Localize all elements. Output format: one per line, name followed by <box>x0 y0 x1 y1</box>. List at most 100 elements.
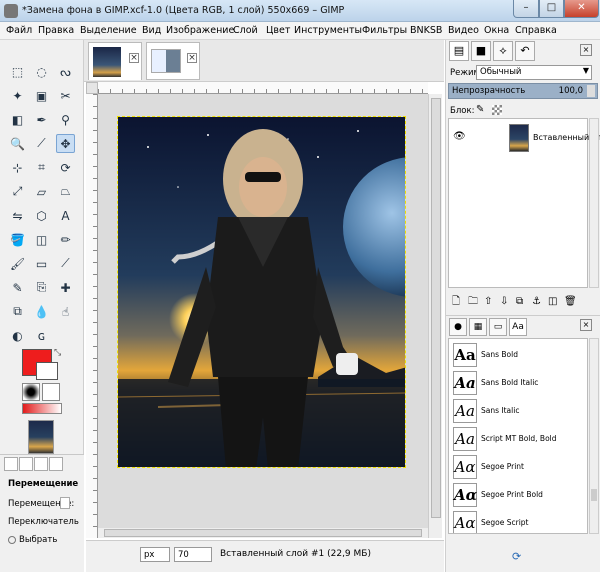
shear-icon[interactable]: ▱ <box>32 182 51 201</box>
free-select-icon[interactable]: ᔓ <box>56 62 75 81</box>
tab-paths[interactable]: ⟡ <box>493 41 513 61</box>
mode-select[interactable]: Обычный ▼ <box>476 65 592 80</box>
menu-view[interactable]: Вид <box>142 25 161 36</box>
clone-icon[interactable]: ⎘ <box>32 278 51 297</box>
close-button[interactable]: ✕ <box>564 0 599 18</box>
anchor-layer-icon[interactable]: ⚓ <box>532 296 544 307</box>
menu-help[interactable]: Справка <box>515 25 557 36</box>
font-item[interactable]: Aa Sans Bold <box>449 341 587 369</box>
perspective-icon[interactable]: ⏢ <box>56 182 75 201</box>
font-item[interactable]: Aα Segoe Print <box>449 453 587 481</box>
brush-swatch[interactable] <box>22 383 40 401</box>
tab-tool-options[interactable] <box>4 457 18 471</box>
scrollbar-thumb[interactable] <box>591 489 597 501</box>
bucket-fill-icon[interactable]: 🪣 <box>8 230 27 249</box>
menu-windows[interactable]: Окна <box>484 25 509 36</box>
pattern-swatch[interactable] <box>42 383 60 401</box>
layers-scrollbar[interactable] <box>589 118 599 288</box>
move-tool-icon[interactable]: ✥ <box>56 134 75 153</box>
tab-layers[interactable]: ▤ <box>449 41 469 61</box>
menu-select[interactable]: Выделение <box>80 25 137 36</box>
blend-icon[interactable]: ◫ <box>32 230 51 249</box>
image-canvas-photo[interactable] <box>117 116 406 468</box>
crop-icon[interactable]: ⌗ <box>32 158 51 177</box>
tab-gradients[interactable]: ▭ <box>489 318 507 336</box>
opacity-spin-icon[interactable] <box>587 85 595 97</box>
paths-icon[interactable]: ✒ <box>32 110 51 129</box>
font-item[interactable]: Aα Segoe Print Bold <box>449 481 587 509</box>
dock-close-icon[interactable]: × <box>580 319 592 331</box>
mask-layer-icon[interactable]: ◫ <box>548 296 560 307</box>
tab-images[interactable] <box>49 457 63 471</box>
ink-icon[interactable]: ✎ <box>8 278 27 297</box>
cage-transform-icon[interactable]: ⬡ <box>32 206 51 225</box>
menu-edit[interactable]: Правка <box>38 25 74 36</box>
dodge-burn-icon[interactable]: ◐ <box>8 326 27 345</box>
scissors-icon[interactable]: ✂ <box>56 86 75 105</box>
menu-filters[interactable]: Фильтры <box>362 25 407 36</box>
paintbrush-icon[interactable]: 🖌 <box>8 254 27 273</box>
color-picker-icon[interactable]: ⚲ <box>56 110 75 129</box>
ellipse-select-icon[interactable]: ◌ <box>32 62 51 81</box>
ruler-corner[interactable] <box>86 82 98 94</box>
tab-undo[interactable]: ↶ <box>515 41 535 61</box>
close-image-tab-icon[interactable]: × <box>187 53 197 63</box>
text-tool-icon[interactable]: A <box>56 206 75 225</box>
color-select-icon[interactable]: ▣ <box>32 86 51 105</box>
menu-layer[interactable]: Слой <box>233 25 258 36</box>
select-radio-row[interactable]: Выбрать <box>8 535 57 545</box>
tab-fonts[interactable]: Aa <box>509 318 527 336</box>
tab-undo-history[interactable] <box>34 457 48 471</box>
tab-channels[interactable]: ■ <box>471 41 491 61</box>
menu-image[interactable]: Изображение <box>166 25 234 36</box>
lock-alpha-icon[interactable] <box>492 105 502 115</box>
image-tab-1[interactable]: × <box>88 42 142 80</box>
menu-file[interactable]: Файл <box>6 25 32 36</box>
zoom-icon[interactable]: 🔍 <box>8 134 27 153</box>
close-image-tab-icon[interactable]: × <box>129 53 139 63</box>
pencil-icon[interactable]: ✏ <box>56 230 75 249</box>
opacity-slider[interactable]: Непрозрачность 100,0 <box>448 83 598 99</box>
image-tab-2[interactable]: × <box>146 42 200 80</box>
perspective-clone-icon[interactable]: ⧉ <box>8 302 27 321</box>
menu-bnksb[interactable]: BNKSB <box>410 25 442 36</box>
blur-icon[interactable]: 💧 <box>32 302 51 321</box>
delete-layer-icon[interactable]: 🗑 <box>564 296 577 307</box>
gradient-swatch[interactable] <box>22 403 62 414</box>
scrollbar-thumb[interactable] <box>431 98 441 518</box>
font-item[interactable]: Aa Sans Bold Italic <box>449 369 587 397</box>
menu-tools[interactable]: Инструменты <box>294 25 362 36</box>
rect-select-icon[interactable]: ⬚ <box>8 62 27 81</box>
gimp-logo-icon[interactable]: ɢ <box>32 326 51 345</box>
airbrush-icon[interactable]: ⟋ <box>56 254 75 273</box>
eraser-icon[interactable]: ▭ <box>32 254 51 273</box>
raise-layer-icon[interactable]: ⇧ <box>484 296 496 307</box>
measure-icon[interactable]: ⟋ <box>32 134 51 153</box>
menu-color[interactable]: Цвет <box>266 25 290 36</box>
heal-icon[interactable]: ✚ <box>56 278 75 297</box>
font-item[interactable]: Aa Script MT Bold, Bold <box>449 425 587 453</box>
tab-brushes[interactable]: ● <box>449 318 467 336</box>
refresh-fonts-icon[interactable]: ⟳ <box>512 550 521 563</box>
layer-row[interactable]: 👁 Вставленный сло <box>449 121 600 155</box>
foreground-select-icon[interactable]: ◧ <box>8 110 27 129</box>
select-radio[interactable] <box>8 535 16 544</box>
font-item[interactable]: Aα Segoe Script <box>449 509 587 533</box>
duplicate-layer-icon[interactable]: ⧉ <box>516 296 528 307</box>
menu-video[interactable]: Видео <box>448 25 479 36</box>
flip-icon[interactable]: ⇋ <box>8 206 27 225</box>
new-layer-icon[interactable]: 🗋 <box>452 294 464 311</box>
fonts-scrollbar[interactable] <box>589 338 599 534</box>
swap-colors-icon[interactable]: ⤡ <box>54 348 61 358</box>
fuzzy-select-icon[interactable]: ✦ <box>8 86 27 105</box>
smudge-icon[interactable]: ☝ <box>56 302 75 321</box>
background-color-swatch[interactable] <box>36 362 58 380</box>
minimize-button[interactable]: – <box>513 0 539 18</box>
tab-device-status[interactable] <box>19 457 33 471</box>
align-icon[interactable]: ⊹ <box>8 158 27 177</box>
vertical-ruler[interactable] <box>86 94 98 538</box>
new-group-icon[interactable]: 🗀 <box>468 294 480 311</box>
rotate-icon[interactable]: ⟳ <box>56 158 75 177</box>
zoom-select[interactable]: 70 <box>174 547 212 562</box>
canvas-vertical-scrollbar[interactable] <box>428 94 442 538</box>
